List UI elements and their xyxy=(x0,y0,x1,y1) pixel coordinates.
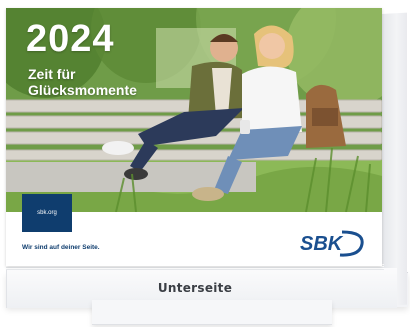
calendar-stand-side xyxy=(380,12,407,306)
base-label: Unterseite xyxy=(157,281,233,295)
tagline-line-1: Zeit für xyxy=(28,66,76,82)
calendar-base-tab xyxy=(92,300,332,325)
cover-photo: 2024 Zeit für Glücksmomente xyxy=(6,8,382,212)
sbk-logo-icon: SBK xyxy=(300,230,364,257)
tagline-line-2: Glücksmomente xyxy=(28,82,137,98)
svg-text:SBK: SBK xyxy=(300,233,344,255)
slogan: Wir sind auf deiner Seite. xyxy=(22,244,100,251)
desk-calendar-product: Unterseite 2024 Zeit für Glücksmomente s… xyxy=(0,0,410,327)
calendar-cover: 2024 Zeit für Glücksmomente sbk.org Wir … xyxy=(6,8,382,266)
calendar-year: 2024 xyxy=(26,18,115,60)
url-badge: sbk.org xyxy=(22,194,72,232)
calendar-tagline: Zeit für Glücksmomente xyxy=(28,66,178,98)
